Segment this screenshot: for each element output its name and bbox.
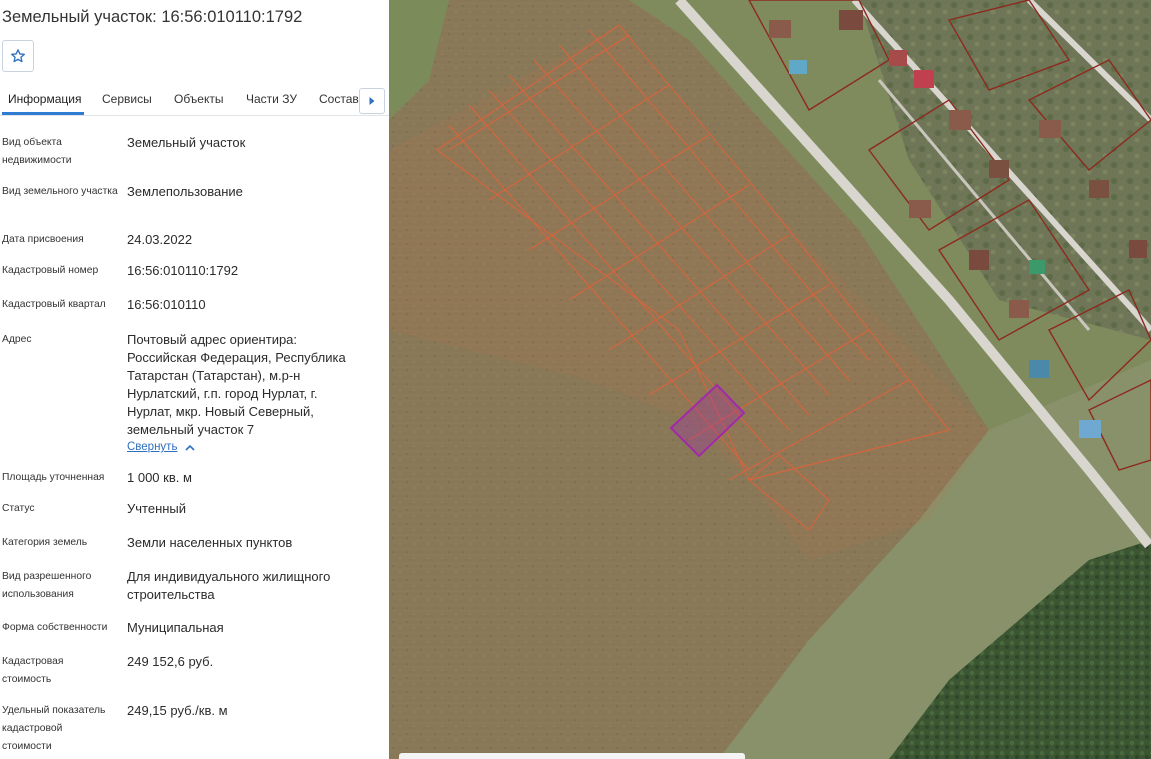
area-label: Площадь уточненная [2, 472, 105, 483]
tab-services[interactable]: Сервисы [102, 92, 152, 106]
collapse-address-link[interactable]: Свернуть [127, 441, 196, 453]
tabs-scroll-right-button[interactable] [359, 88, 385, 114]
chevron-up-icon [185, 444, 196, 451]
active-tab-indicator [2, 112, 84, 115]
collapse-label: Свернуть [127, 441, 178, 453]
specific-value-value: 249,15 руб./кв. м [127, 703, 228, 718]
permitted-use-value: Для индивидуального жилищного строительс… [127, 569, 331, 602]
address-label: Адрес [2, 334, 32, 345]
tab-info[interactable]: Информация [8, 92, 81, 106]
land-category-value: Земли населенных пунктов [127, 535, 293, 550]
address-value: Почтовый адрес ориентира: Российская Фед… [127, 332, 346, 437]
assigned-date-label: Дата присвоения [2, 234, 84, 245]
cadastral-value-value: 249 152,6 руб. [127, 654, 214, 669]
object-type-label: Вид объекта недвижимости [2, 137, 72, 166]
cadastral-quarter-label: Кадастровый квартал [2, 299, 106, 310]
satellite-imagery[interactable] [389, 0, 1151, 759]
cadastral-quarter-value: 16:56:010110 [127, 297, 206, 312]
tab-bar: Информация Сервисы Объекты Части ЗУ Сост… [0, 86, 389, 116]
cadastral-number-value: 16:56:010110:1792 [127, 263, 239, 278]
specific-value-label: Удельный показатель кадастровой стоимост… [2, 705, 106, 752]
assigned-date-value: 24.03.2022 [127, 232, 193, 247]
ownership-label: Форма собственности [2, 622, 108, 633]
chevron-right-icon [369, 97, 375, 105]
status-value: Учтенный [127, 501, 187, 516]
area-value: 1 000 кв. м [127, 470, 192, 485]
permitted-use-label: Вид разрешенного использования [2, 571, 92, 600]
info-panel: Земельный участок: 16:56:010110:1792 Инф… [0, 0, 389, 759]
tab-objects[interactable]: Объекты [174, 92, 224, 106]
star-outline-icon [11, 49, 25, 63]
land-type-label: Вид земельного участка [2, 186, 118, 197]
ownership-value: Муниципальная [127, 620, 224, 635]
cadastral-map[interactable] [389, 0, 1151, 759]
land-category-label: Категория земель [2, 537, 88, 548]
cadastral-value-label: Кадастровая стоимость [2, 656, 64, 685]
tab-land-parts[interactable]: Части ЗУ [246, 92, 297, 106]
map-bottom-bar [399, 753, 745, 759]
favorite-button[interactable] [2, 40, 34, 72]
land-type-value: Землепользование [127, 184, 243, 199]
status-label: Статус [2, 503, 35, 514]
object-type-value: Земельный участок [127, 135, 246, 150]
page-title: Земельный участок: 16:56:010110:1792 [2, 8, 303, 26]
tab-composition[interactable]: Состав [319, 92, 359, 106]
cadastral-number-label: Кадастровый номер [2, 265, 99, 276]
